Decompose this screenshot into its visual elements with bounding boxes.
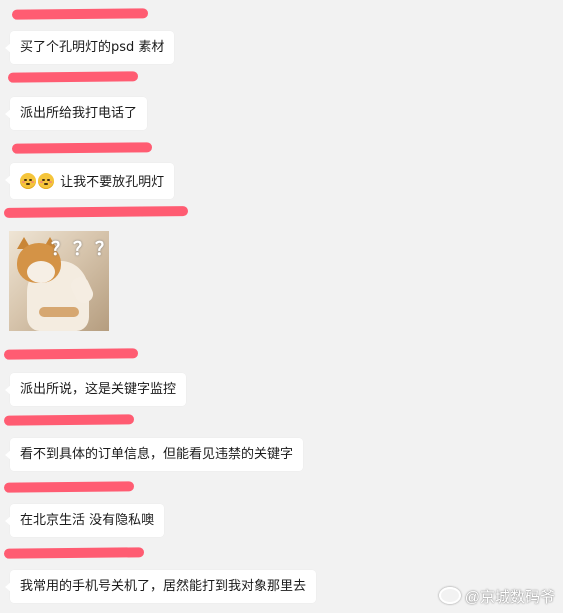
cat-meme-image[interactable]: ？？？ <box>9 231 109 331</box>
message-bubble[interactable]: 看不到具体的订单信息，但能看见违禁的关键字 <box>4 438 304 471</box>
redacted-sender-name <box>3 547 145 559</box>
blushing-face-emoji-icon <box>38 173 54 189</box>
message-bubble[interactable]: 让我不要放孔明灯 <box>4 163 175 199</box>
redacted-sender-name <box>3 348 139 360</box>
message-bubble[interactable]: 我常用的手机号关机了，居然能打到我对象那里去 <box>4 570 317 603</box>
redacted-sender-name <box>3 481 135 493</box>
redacted-sender-name <box>3 206 189 218</box>
message-text: 看不到具体的订单信息，但能看见违禁的关键字 <box>20 447 294 462</box>
chat-area: 买了个孔明灯的psd 素材 派出所给我打电话了 让我不要放孔明灯 ？？？ 派出所… <box>0 0 563 613</box>
message-text: 我常用的手机号关机了，居然能打到我对象那里去 <box>20 579 307 594</box>
redacted-sender-name <box>7 71 139 83</box>
message-bubble[interactable]: 派出所说，这是关键字监控 <box>4 373 187 406</box>
message-text: 在北京生活 没有隐私噢 <box>20 513 155 528</box>
blushing-face-emoji-icon <box>20 173 36 189</box>
message-text: 让我不要放孔明灯 <box>60 175 165 190</box>
meme-caption: ？？？ <box>51 239 109 260</box>
message-text: 派出所说，这是关键字监控 <box>20 382 177 397</box>
watermark-text: @京城数码爷 <box>464 589 555 606</box>
redacted-sender-name <box>11 8 149 20</box>
redacted-sender-name <box>3 414 135 426</box>
message-bubble[interactable]: 在北京生活 没有隐私噢 <box>4 504 165 537</box>
weibo-logo-icon <box>438 587 461 604</box>
message-text: 派出所给我打电话了 <box>20 106 138 121</box>
message-bubble[interactable]: 派出所给我打电话了 <box>4 97 148 130</box>
message-text: 买了个孔明灯的psd 素材 <box>20 40 165 55</box>
message-bubble[interactable]: 买了个孔明灯的psd 素材 <box>4 31 175 64</box>
weibo-watermark: @京城数码爷 <box>438 586 555 607</box>
redacted-sender-name <box>11 142 153 154</box>
